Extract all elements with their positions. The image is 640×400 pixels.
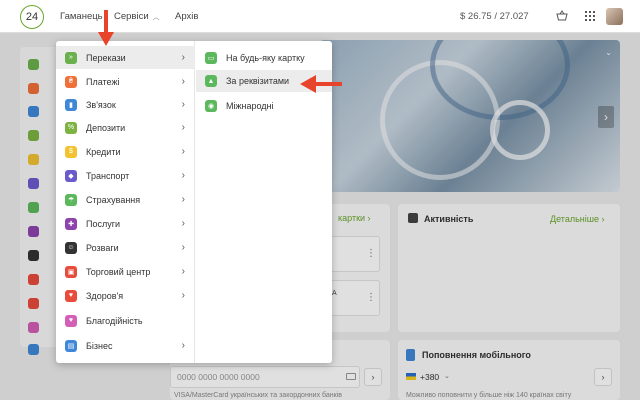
shopping-icon: ▣ xyxy=(65,265,77,278)
menu-item-label: Депозити xyxy=(86,122,126,133)
transfer-icon: » xyxy=(65,51,77,64)
category-list: » Перекази › ₴ Платежі › ▮ Зв'язок › % Депозити… xyxy=(56,41,195,363)
basket-icon[interactable] xyxy=(556,10,568,22)
chevron-right-icon: › xyxy=(181,122,185,133)
services-menu: » Перекази › ₴ Платежі › ▮ Зв'язок › % Депозити… xyxy=(56,41,332,363)
annotation-arrow-left xyxy=(300,75,342,93)
menu-item-entertainment[interactable]: ☺ Розваги › xyxy=(56,236,195,259)
chevron-right-icon: › xyxy=(181,99,185,110)
bank-icon: ▲ xyxy=(205,75,217,87)
menu-item-label: Благодійність xyxy=(86,315,143,326)
menu-item-label: Бізнес xyxy=(86,340,113,351)
submenu-item-any-card[interactable]: ▭ На будь-яку картку xyxy=(196,47,332,69)
menu-item-label: Транспорт xyxy=(86,170,130,181)
menu-item-business[interactable]: ▤ Бізнес › xyxy=(56,334,195,357)
puzzle-icon: ✚ xyxy=(65,217,77,230)
chevron-right-icon: › xyxy=(181,290,185,301)
chevron-right-icon: › xyxy=(181,218,185,229)
menu-item-deposits[interactable]: % Депозити › xyxy=(56,116,195,139)
charity-icon: ♥ xyxy=(65,314,77,327)
menu-item-label: Розваги xyxy=(86,242,119,253)
logo[interactable]: 24 xyxy=(20,5,44,29)
nav-wallet-label: Гаманець xyxy=(60,11,103,22)
menu-item-label: Послуги xyxy=(86,218,121,229)
submenu-item-label: Міжнародні xyxy=(226,101,274,111)
menu-item-label: Платежі xyxy=(86,76,120,87)
nav-archive-label: Архів xyxy=(175,11,199,22)
chevron-right-icon: › xyxy=(181,242,185,253)
nav-archive[interactable]: Архів xyxy=(175,11,198,22)
menu-item-transport[interactable]: ◆ Транспорт › xyxy=(56,164,195,187)
menu-item-credits[interactable]: $ Кредити › xyxy=(56,140,195,163)
nav-wallet[interactable]: Гаманець xyxy=(60,11,103,22)
top-header: 24 Гаманець Сервіси ︿ Архів $ 26.75 / 27.… xyxy=(0,0,640,33)
apps-grid-icon[interactable] xyxy=(584,10,596,22)
menu-item-label: Зв'язок xyxy=(86,99,116,110)
nav-services[interactable]: Сервіси ︿ xyxy=(114,11,160,22)
nav-services-label: Сервіси xyxy=(114,11,149,22)
submenu-item-international[interactable]: ◉ Міжнародні xyxy=(196,95,332,117)
menu-item-insurance[interactable]: ☂ Страхування › xyxy=(56,188,195,211)
chevron-right-icon: › xyxy=(181,340,185,351)
chevron-right-icon: › xyxy=(181,52,185,63)
menu-item-label: Перекази xyxy=(86,52,126,63)
menu-item-label: Торговий центр xyxy=(86,266,151,277)
menu-item-services[interactable]: ✚ Послуги › xyxy=(56,212,195,235)
car-icon: ◆ xyxy=(65,169,77,182)
chevron-right-icon: › xyxy=(181,266,185,277)
avatar[interactable] xyxy=(606,8,623,25)
submenu-item-label: На будь-яку картку xyxy=(226,53,305,63)
menu-item-health[interactable]: ♥ Здоров'я › xyxy=(56,284,195,307)
smile-icon: ☺ xyxy=(65,241,77,254)
heart-icon: ♥ xyxy=(65,289,77,302)
menu-item-mall[interactable]: ▣ Торговий центр › xyxy=(56,260,195,283)
menu-item-label: Кредити xyxy=(86,146,121,157)
chevron-right-icon: › xyxy=(181,170,185,181)
money-bag-icon: $ xyxy=(65,145,77,158)
globe-icon: ◉ xyxy=(205,100,217,112)
menu-item-communication[interactable]: ▮ Зв'язок › xyxy=(56,93,195,116)
umbrella-icon: ☂ xyxy=(65,193,77,206)
balance-display: $ 26.75 / 27.027 xyxy=(460,11,529,22)
menu-item-transfers[interactable]: » Перекази › xyxy=(56,46,195,69)
chevron-right-icon: › xyxy=(181,146,185,157)
chevron-right-icon: › xyxy=(181,194,185,205)
card-icon: ▭ xyxy=(205,52,217,64)
menu-item-label: Здоров'я xyxy=(86,290,124,301)
briefcase-icon: ▤ xyxy=(65,339,77,352)
percent-icon: % xyxy=(65,121,77,134)
annotation-arrow-down xyxy=(98,10,114,46)
menu-item-payments[interactable]: ₴ Платежі › xyxy=(56,70,195,93)
submenu-item-label: За реквізитами xyxy=(226,76,290,86)
chevron-right-icon: › xyxy=(181,76,185,87)
chevron-up-icon: ︿ xyxy=(152,14,160,21)
menu-item-charity[interactable]: ♥ Благодійність xyxy=(56,309,195,332)
phone-icon: ▮ xyxy=(65,98,77,111)
menu-item-label: Страхування xyxy=(86,194,141,205)
payment-icon: ₴ xyxy=(65,75,77,88)
